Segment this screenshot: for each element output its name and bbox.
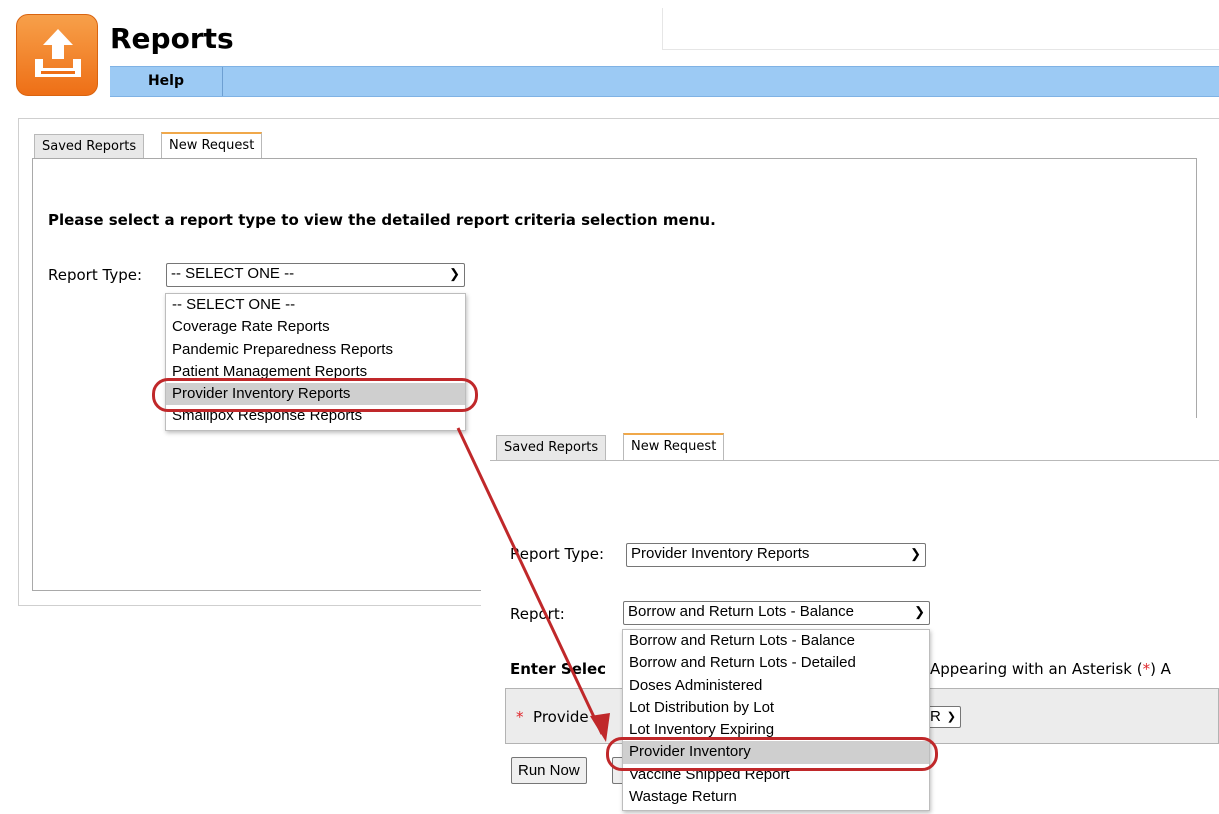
- dropdown-option[interactable]: Doses Administered: [623, 675, 929, 697]
- page-title: Reports: [110, 22, 234, 55]
- chevron-down-icon: ❯: [910, 546, 921, 561]
- highlight-oval: [152, 378, 478, 412]
- report-dropdown: Borrow and Return Lots - Balance Borrow …: [622, 629, 930, 811]
- run-now-button[interactable]: Run Now: [511, 757, 587, 784]
- report-select[interactable]: Borrow and Return Lots - Balance ❯: [623, 601, 930, 625]
- report-label: Report:: [510, 605, 565, 623]
- provider-select[interactable]: R ❯: [925, 706, 961, 728]
- tab-new-request[interactable]: New Request: [161, 132, 263, 159]
- provider-label: * Provide: [516, 708, 589, 726]
- criteria-heading-rest: Appearing with an Asterisk (*) A: [930, 660, 1171, 678]
- dropdown-option[interactable]: Coverage Rate Reports: [166, 316, 465, 338]
- header-divider: [662, 49, 1219, 50]
- tab-saved-reports[interactable]: Saved Reports: [496, 435, 607, 460]
- report-type-label: Report Type:: [510, 545, 604, 563]
- chevron-down-icon: ❯: [946, 711, 956, 723]
- menu-bar: Help: [110, 66, 1219, 97]
- tab-saved-reports[interactable]: Saved Reports: [34, 134, 145, 159]
- required-asterisk: *: [516, 708, 524, 726]
- report-type-select[interactable]: -- SELECT ONE -- ❯: [166, 263, 465, 287]
- reports-logo-icon: [16, 14, 98, 96]
- dropdown-option[interactable]: Pandemic Preparedness Reports: [166, 339, 465, 361]
- dropdown-option[interactable]: Lot Distribution by Lot: [623, 697, 929, 719]
- header-divider: [662, 8, 663, 50]
- criteria-heading: Enter Selec: [510, 660, 607, 678]
- chevron-down-icon: ❯: [449, 266, 460, 281]
- report-type-value: Provider Inventory Reports: [631, 545, 810, 562]
- tab-new-request[interactable]: New Request: [623, 433, 725, 460]
- report-type-select[interactable]: Provider Inventory Reports ❯: [626, 543, 926, 567]
- dropdown-option[interactable]: Wastage Return: [623, 786, 929, 808]
- dropdown-option[interactable]: Borrow and Return Lots - Detailed: [623, 652, 929, 674]
- highlight-oval: [606, 737, 938, 771]
- report-value: Borrow and Return Lots - Balance: [628, 603, 854, 620]
- dropdown-option[interactable]: Borrow and Return Lots - Balance: [623, 630, 929, 652]
- report-type-value: -- SELECT ONE --: [171, 265, 295, 282]
- tab-divider: [490, 460, 1219, 461]
- report-type-label: Report Type:: [48, 266, 142, 284]
- chevron-down-icon: ❯: [914, 604, 925, 619]
- menu-help[interactable]: Help: [110, 67, 223, 96]
- dropdown-option[interactable]: -- SELECT ONE --: [166, 294, 465, 316]
- instruction-text: Please select a report type to view the …: [48, 211, 716, 229]
- provider-select-value: R: [930, 708, 941, 725]
- required-asterisk: *: [1142, 660, 1151, 678]
